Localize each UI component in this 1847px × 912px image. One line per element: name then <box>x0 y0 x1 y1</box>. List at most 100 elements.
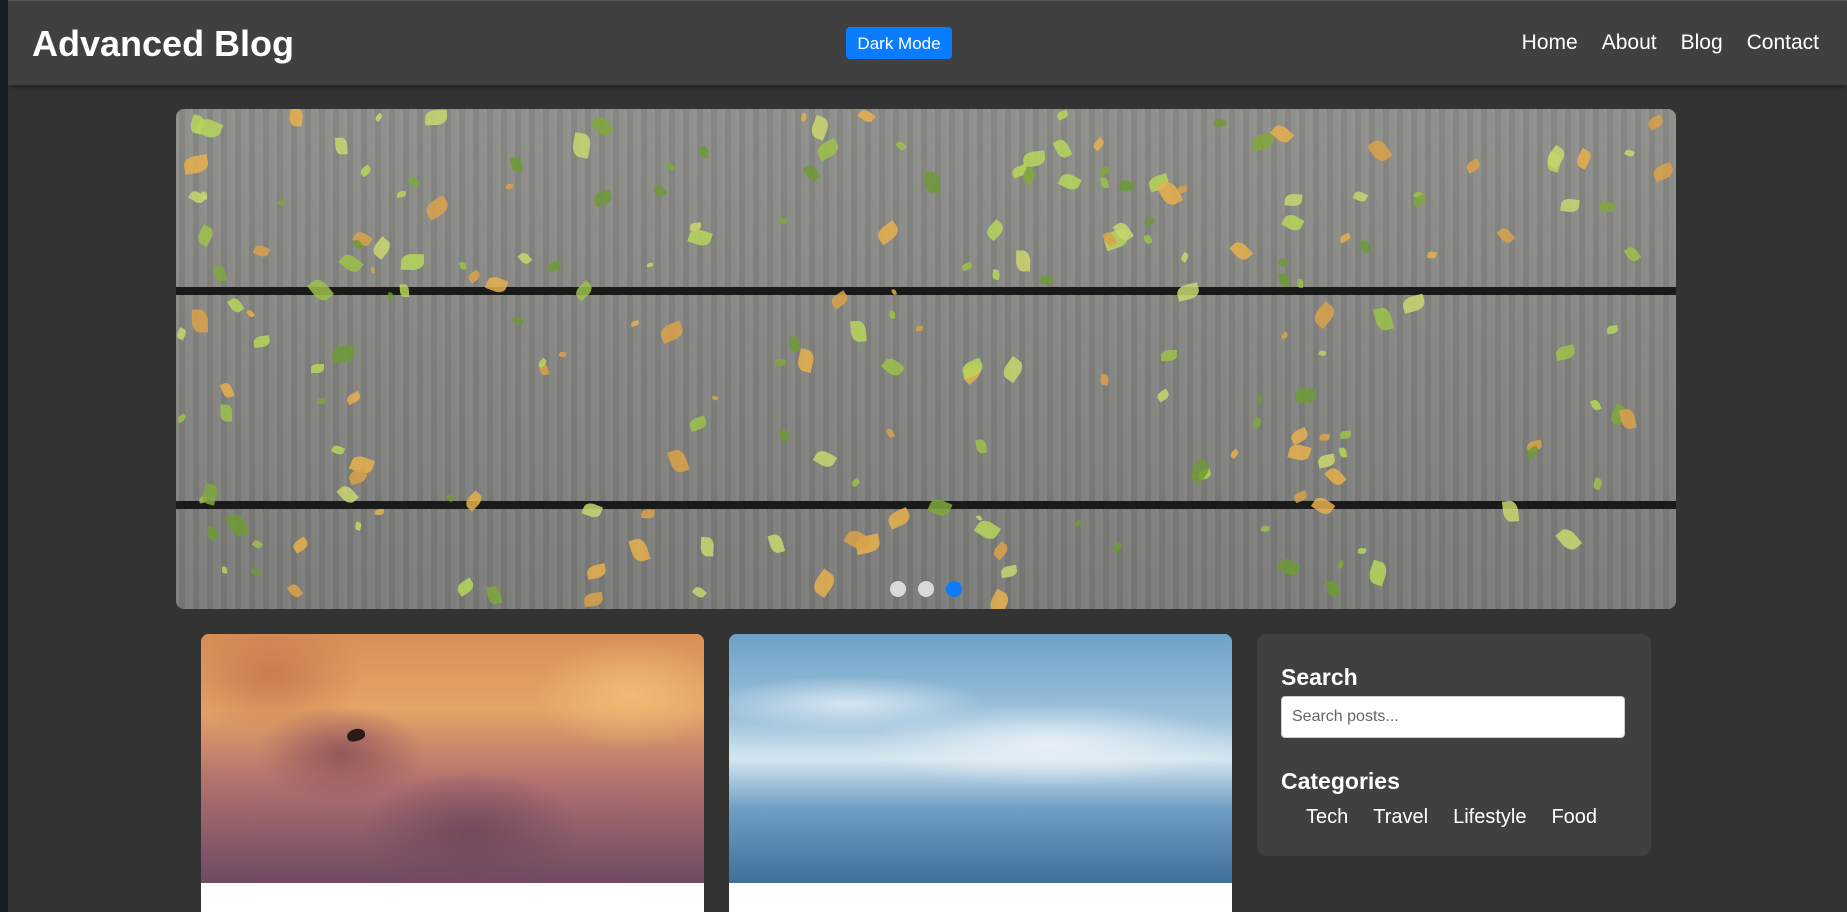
leaf-decoration <box>778 217 788 225</box>
leaf-decoration <box>1624 148 1635 158</box>
post-card[interactable] <box>201 634 704 912</box>
leaf-decoration <box>458 260 468 271</box>
leaf-decoration <box>399 283 409 297</box>
leaf-decoration <box>1212 117 1227 130</box>
leaf-decoration <box>1497 226 1516 246</box>
leaf-decoration <box>1250 132 1275 152</box>
leaf-decoration <box>571 132 593 159</box>
leaf-decoration <box>317 397 327 405</box>
leaf-decoration <box>1339 232 1352 244</box>
nav-link-contact[interactable]: Contact <box>1747 31 1819 55</box>
leaf-decoration <box>688 415 709 432</box>
page-frame: Advanced Blog Dark Mode Home About Blog … <box>8 0 1847 912</box>
leaf-decoration <box>546 259 563 273</box>
leaf-decoration <box>182 154 209 175</box>
category-link-travel[interactable]: Travel <box>1373 806 1428 829</box>
leaf-decoration <box>387 292 394 301</box>
slider-dots <box>176 581 1676 597</box>
leaf-decoration <box>999 355 1026 383</box>
leaf-decoration <box>886 428 896 439</box>
leaf-decoration <box>1260 525 1271 533</box>
leaf-decoration <box>222 566 227 574</box>
leaf-decoration <box>585 562 607 581</box>
nav-link-blog[interactable]: Blog <box>1681 31 1723 55</box>
hero-slider[interactable] <box>176 109 1676 609</box>
leaf-decoration <box>1591 476 1604 491</box>
leaf-decoration <box>1117 179 1135 193</box>
post-card[interactable] <box>729 634 1232 912</box>
leaf-decoration <box>374 113 384 123</box>
slider-dot-3[interactable] <box>946 581 962 597</box>
post-image-mountains[interactable] <box>729 634 1232 883</box>
leaf-decoration <box>630 320 639 328</box>
nav-link-home[interactable]: Home <box>1522 31 1578 55</box>
leaf-decoration <box>592 189 615 208</box>
leaf-decoration <box>1464 158 1482 175</box>
leaf-decoration <box>1179 251 1191 263</box>
search-input[interactable] <box>1281 696 1625 738</box>
slider-dot-2[interactable] <box>918 581 934 597</box>
leaf-decoration <box>1426 251 1438 260</box>
leaf-decoration <box>331 345 357 365</box>
leaf-decoration <box>1284 192 1303 207</box>
leaf-decoration <box>1228 239 1253 264</box>
leaf-decoration <box>778 428 790 443</box>
leaf-decoration <box>652 184 668 199</box>
leaf-decoration <box>1022 149 1046 168</box>
leaf-decoration <box>207 525 218 541</box>
leaf-decoration <box>194 116 224 142</box>
leaf-decoration <box>698 145 709 159</box>
leaf-decoration <box>407 174 421 189</box>
leaf-decoration <box>358 164 373 178</box>
categories-heading: Categories <box>1281 768 1400 794</box>
category-link-tech[interactable]: Tech <box>1306 806 1348 829</box>
leaf-decoration <box>330 443 346 457</box>
leaf-decoration <box>1319 433 1330 442</box>
leaf-decoration <box>1110 541 1123 554</box>
leaf-decoration <box>646 262 653 268</box>
leaf-decoration <box>1311 494 1337 518</box>
leaf-decoration <box>339 251 365 276</box>
leaf-decoration <box>1297 278 1304 287</box>
search-heading: Search <box>1281 664 1358 690</box>
leaf-decoration <box>874 219 902 245</box>
leaf-decoration <box>1275 555 1301 579</box>
leaf-decoration <box>1359 239 1372 255</box>
leaf-decoration <box>1160 349 1178 362</box>
category-link-lifestyle[interactable]: Lifestyle <box>1453 806 1526 829</box>
leaf-decoration <box>219 404 233 422</box>
leaf-decoration <box>1339 431 1352 440</box>
leaf-decoration <box>961 262 973 272</box>
leaf-decoration <box>246 309 256 319</box>
leaf-decoration <box>1142 233 1152 245</box>
leaf-decoration <box>849 320 867 343</box>
category-link-food[interactable]: Food <box>1551 806 1597 829</box>
leaf-decoration <box>1099 165 1111 177</box>
slider-dot-1[interactable] <box>890 581 906 597</box>
bird-silhouette <box>345 726 367 744</box>
leaf-decoration <box>984 219 1006 242</box>
leaf-decoration <box>1623 244 1642 264</box>
leaf-decoration <box>1554 344 1576 362</box>
leaf-decoration <box>973 517 1001 543</box>
post-image-sunset[interactable] <box>201 634 704 883</box>
leaf-decoration <box>1038 273 1054 287</box>
leaf-decoration <box>249 566 261 578</box>
leaf-decoration <box>808 115 831 141</box>
leaf-decoration <box>687 227 714 249</box>
sidebar: Search Categories Tech Travel Lifestyle … <box>1257 634 1651 856</box>
leaf-decoration <box>288 109 304 128</box>
nav-link-about[interactable]: About <box>1602 31 1657 55</box>
leaf-decoration <box>195 224 216 248</box>
leaf-decoration <box>1357 547 1367 555</box>
leaf-decoration <box>796 348 817 373</box>
leaf-decoration <box>370 236 394 261</box>
dark-mode-toggle-button[interactable]: Dark Mode <box>846 27 952 59</box>
leaf-decoration <box>799 112 808 122</box>
leaf-decoration <box>1052 137 1073 161</box>
category-list: Tech Travel Lifestyle Food <box>1306 806 1597 829</box>
leaf-decoration <box>1401 293 1427 315</box>
leaf-decoration <box>667 447 690 475</box>
leaf-decoration <box>176 326 188 341</box>
leaf-decoration <box>253 334 271 348</box>
